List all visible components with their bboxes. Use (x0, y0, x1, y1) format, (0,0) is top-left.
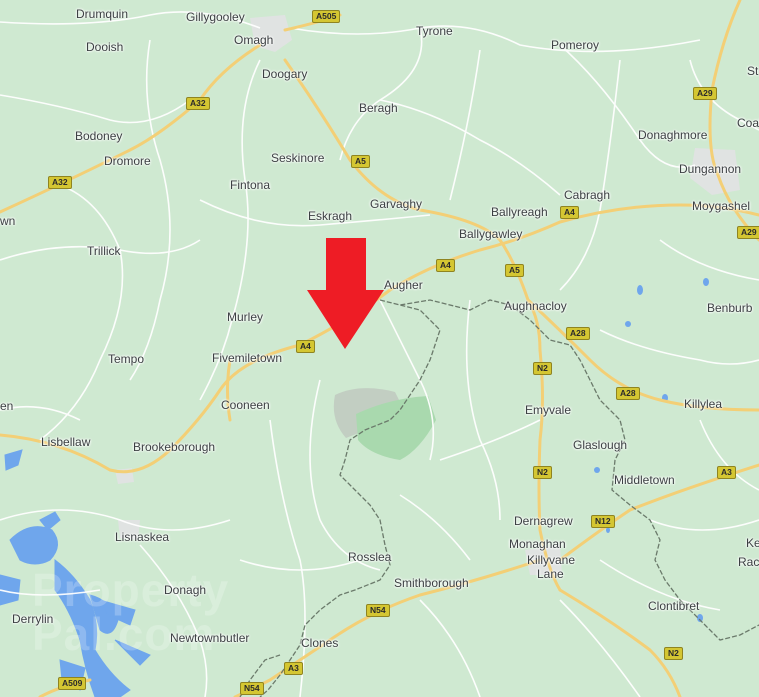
map-view[interactable]: Property Pal.com Drumquin Gillygooley Om… (0, 0, 759, 697)
location-arrow-icon (307, 238, 384, 349)
